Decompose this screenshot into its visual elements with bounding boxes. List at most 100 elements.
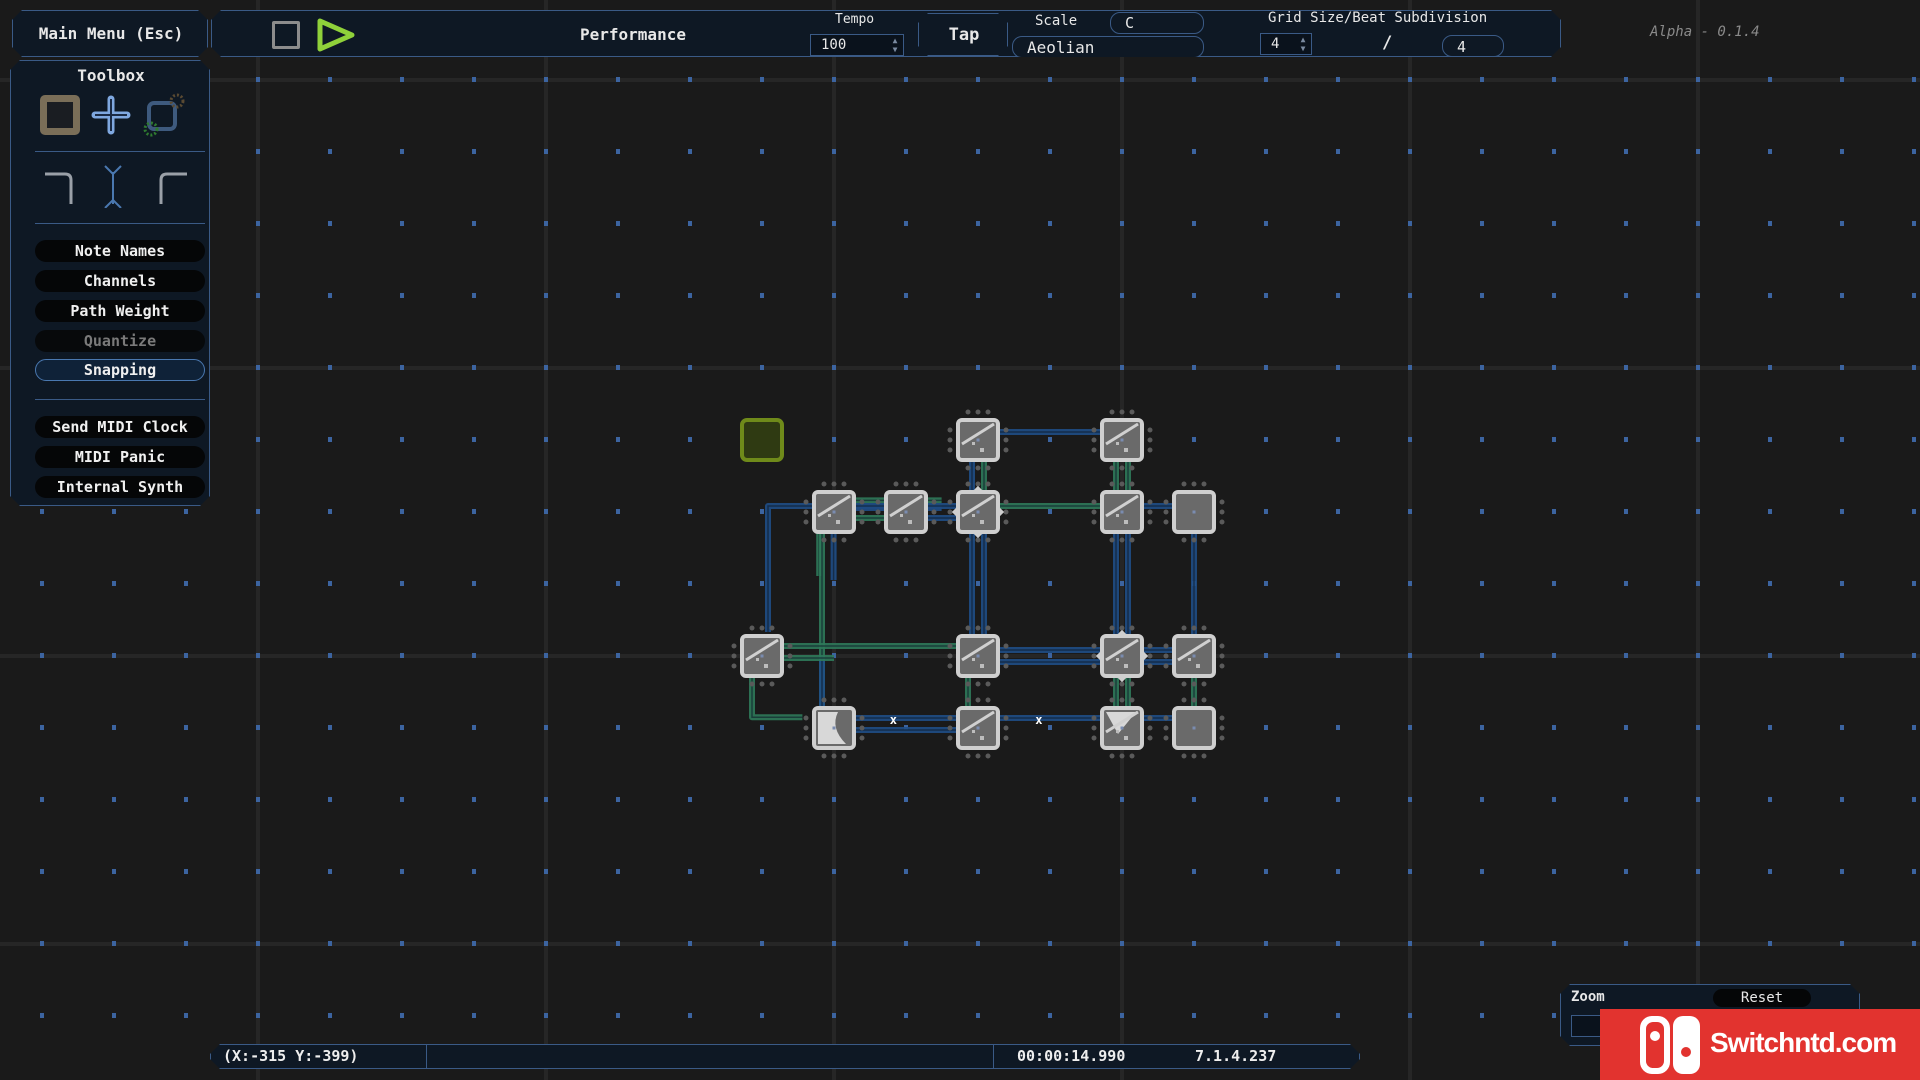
grid-dot xyxy=(1264,725,1268,730)
node-tool-icon[interactable] xyxy=(40,95,80,135)
grid-dot xyxy=(1120,581,1124,586)
scale-mode-select[interactable]: Aeolian xyxy=(1012,36,1204,58)
grid-dot xyxy=(1912,797,1916,802)
grid-dot xyxy=(760,221,764,226)
grid-dot xyxy=(256,1013,260,1018)
node-pin xyxy=(985,697,991,703)
grid-size-stepper-icon[interactable]: ▲ ▼ xyxy=(1297,35,1309,53)
grid-dot xyxy=(1912,653,1916,658)
grid-dot xyxy=(760,869,764,874)
scale-root-select[interactable]: C xyxy=(1110,12,1204,34)
node-pin xyxy=(803,499,809,505)
grid-dot xyxy=(1048,221,1052,226)
toggle-note-names[interactable]: Note Names xyxy=(35,240,205,262)
node-pin xyxy=(859,499,865,505)
grid-dot xyxy=(1696,581,1700,586)
toggle-snapping[interactable]: Snapping xyxy=(35,359,205,381)
grid-dot xyxy=(1840,581,1844,586)
main-menu-button[interactable]: Main Menu (Esc) xyxy=(12,10,208,57)
grid-dot xyxy=(1264,365,1268,370)
node-pin xyxy=(947,519,953,525)
grid-dot xyxy=(472,437,476,442)
node-pin xyxy=(1181,753,1187,759)
grid-dot xyxy=(1480,941,1484,946)
grid-dot xyxy=(400,293,404,298)
grid-dot xyxy=(544,797,548,802)
play-button[interactable] xyxy=(316,17,358,53)
turn-right-path-icon[interactable] xyxy=(149,164,193,208)
grid-dot xyxy=(904,437,908,442)
grid-dot xyxy=(400,653,404,658)
tempo-stepper-icon[interactable]: ▲ ▼ xyxy=(889,36,901,54)
node-pin xyxy=(1219,663,1225,669)
select-tool-icon[interactable] xyxy=(143,93,187,137)
toggle-channels[interactable]: Channels xyxy=(35,270,205,292)
path-tool-icon[interactable] xyxy=(91,95,131,135)
grid-dot xyxy=(544,149,548,154)
grid-dot xyxy=(472,77,476,82)
toggle-quantize[interactable]: Quantize xyxy=(35,330,205,352)
grid-dot xyxy=(1696,437,1700,442)
grid-dot xyxy=(256,509,260,514)
node-pin xyxy=(1091,437,1097,443)
node-pin xyxy=(985,465,991,471)
grid-dot xyxy=(1192,869,1196,874)
node-pin xyxy=(1147,735,1153,741)
node-center xyxy=(976,438,980,442)
node-pin xyxy=(1119,481,1125,487)
node-pin xyxy=(1119,753,1125,759)
grid-dot xyxy=(1624,221,1628,226)
grid-dot xyxy=(544,725,548,730)
node-pin xyxy=(1091,509,1097,515)
grid-dot xyxy=(1624,77,1628,82)
grid-dot xyxy=(1336,581,1340,586)
node-dot xyxy=(980,664,984,668)
grid-dot xyxy=(1480,653,1484,658)
tempo-input[interactable]: 100 ▲ ▼ xyxy=(810,34,904,56)
grid-dot xyxy=(1120,77,1124,82)
node-pin xyxy=(947,663,953,669)
node-pin xyxy=(1091,735,1097,741)
grid-dot xyxy=(1264,653,1268,658)
grid-dot xyxy=(1480,797,1484,802)
node-pin xyxy=(841,481,847,487)
grid-dot xyxy=(1912,941,1916,946)
tempo-value: 100 xyxy=(821,37,847,53)
grid-size-input[interactable]: 4 ▲ ▼ xyxy=(1260,33,1312,55)
node-pin xyxy=(1181,625,1187,631)
grid-dot xyxy=(1912,365,1916,370)
stop-button[interactable] xyxy=(270,19,300,49)
node-center xyxy=(976,654,980,658)
internal-synth-button[interactable]: Internal Synth xyxy=(35,476,205,498)
midi-panic-button[interactable]: MIDI Panic xyxy=(35,446,205,468)
node-pin xyxy=(1003,509,1009,515)
node-pin xyxy=(1129,681,1135,687)
grid-dot xyxy=(256,725,260,730)
beat-subdivision-select[interactable]: 4 xyxy=(1442,35,1504,57)
grid-dot xyxy=(760,1013,764,1018)
node-pin xyxy=(731,643,737,649)
grid-dot xyxy=(1120,1013,1124,1018)
version-label: Alpha - 0.1.4 xyxy=(1650,24,1760,40)
tap-button[interactable]: Tap xyxy=(918,13,1008,56)
grid-dot xyxy=(976,1013,980,1018)
send-midi-clock-button[interactable]: Send MIDI Clock xyxy=(35,416,205,438)
grid-dot xyxy=(904,293,908,298)
grid-dot xyxy=(904,1013,908,1018)
node-pin xyxy=(1201,697,1207,703)
grid-dot xyxy=(1552,293,1556,298)
straight-path-icon[interactable] xyxy=(101,164,125,208)
grid-dot xyxy=(1696,797,1700,802)
canvas-grid[interactable]: xx xyxy=(0,0,1920,1080)
turn-left-path-icon[interactable] xyxy=(39,164,83,208)
grid-dot xyxy=(976,869,980,874)
node-pin xyxy=(975,481,981,487)
grid-dot xyxy=(472,941,476,946)
grid-line-vertical xyxy=(1408,0,1412,1080)
toggle-path-weight[interactable]: Path Weight xyxy=(35,300,205,322)
grid-dot xyxy=(1624,653,1628,658)
grid-dot xyxy=(544,869,548,874)
zoom-reset-button[interactable]: Reset xyxy=(1713,989,1811,1007)
node-dot xyxy=(1188,658,1191,661)
grid-dot xyxy=(1336,653,1340,658)
